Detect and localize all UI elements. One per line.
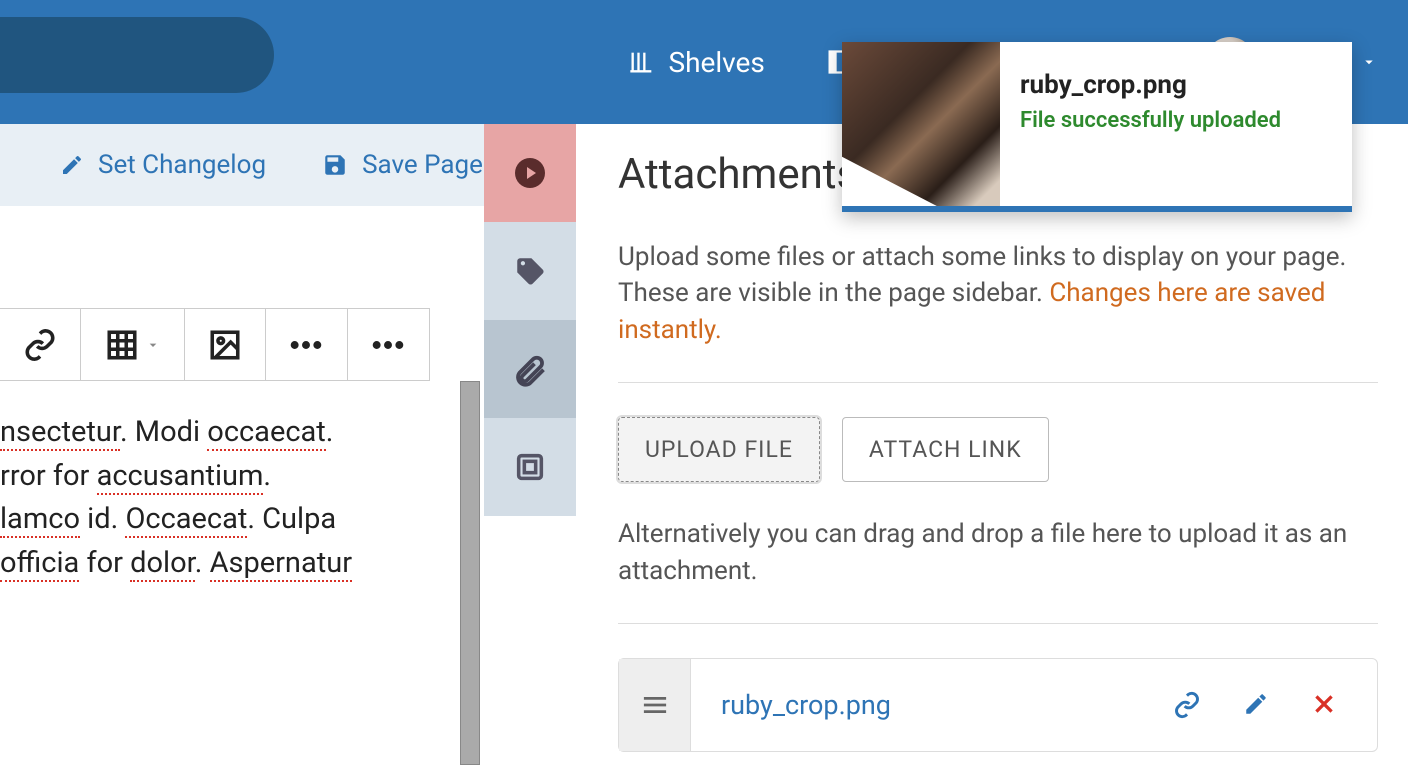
attachment-icon [512,351,548,387]
editor-toolbar [0,308,430,381]
shelves-icon [628,48,656,76]
save-page-label: Save Page [362,150,483,180]
nav-shelves[interactable]: Shelves [628,46,764,79]
save-icon [322,152,348,178]
pencil-icon [1243,691,1269,717]
close-icon [1311,691,1337,717]
chevron-down-icon [1360,53,1378,71]
sidebar-tabs [484,124,576,516]
divider [618,623,1378,624]
scrollbar[interactable] [460,381,480,765]
attachment-name[interactable]: ruby_crop.png [691,689,1173,721]
tag-icon [513,254,547,288]
dots-icon [371,340,405,350]
tab-tags[interactable] [484,222,576,320]
upload-file-tab[interactable]: UPLOAD FILE [618,417,820,482]
search-input[interactable] [0,17,274,93]
upload-notification: ruby_crop.png File successfully uploaded [842,42,1352,212]
divider [618,382,1378,383]
tab-attachments[interactable] [484,320,576,418]
save-page-button[interactable]: Save Page [322,150,483,180]
table-icon [105,328,139,362]
drag-icon [641,695,669,715]
attach-link-tab[interactable]: ATTACH LINK [842,417,1049,482]
toolbar-table-button[interactable] [81,309,184,380]
dots-icon [289,340,323,350]
editor-column: Set Changelog Save Page nsectetur. Modi … [0,124,484,585]
set-changelog-label: Set Changelog [98,150,266,180]
attachments-panel: Attachments Upload some files or attach … [618,150,1378,752]
template-icon [513,450,547,484]
pencil-icon [60,153,84,177]
image-icon [208,328,242,362]
notification-status: File successfully uploaded [1020,108,1281,133]
toolbar-image-button[interactable] [185,309,266,380]
set-changelog-button[interactable]: Set Changelog [60,150,266,180]
notification-thumbnail [842,42,1000,206]
panel-description: Upload some files or attach some links t… [618,239,1378,348]
tab-templates[interactable] [484,418,576,516]
attachment-edit-button[interactable] [1243,691,1269,719]
chevron-down-icon [145,337,161,353]
editor-action-bar: Set Changelog Save Page [0,124,484,206]
link-icon [1173,691,1201,719]
editor-content[interactable]: nsectetur. Modi occaecat.rror for accusa… [0,381,460,585]
toolbar-link-button[interactable] [0,309,81,380]
play-circle-icon [512,155,548,191]
link-icon [23,328,57,362]
nav-shelves-label: Shelves [668,46,764,79]
toolbar-overflow-button[interactable] [348,309,429,380]
tab-callouts[interactable] [484,124,576,222]
drag-handle[interactable] [619,659,691,751]
attachment-row: ruby_crop.png [618,658,1378,752]
notification-body: ruby_crop.png File successfully uploaded [1000,42,1301,206]
attachment-actions [1173,691,1377,719]
toolbar-more-button[interactable] [266,309,347,380]
attachment-delete-button[interactable] [1311,691,1337,719]
dragdrop-hint: Alternatively you can drag and drop a fi… [618,516,1378,589]
notification-title: ruby_crop.png [1020,70,1281,100]
attachment-link-button[interactable] [1173,691,1201,719]
attachment-tabs: UPLOAD FILE ATTACH LINK [618,417,1378,482]
